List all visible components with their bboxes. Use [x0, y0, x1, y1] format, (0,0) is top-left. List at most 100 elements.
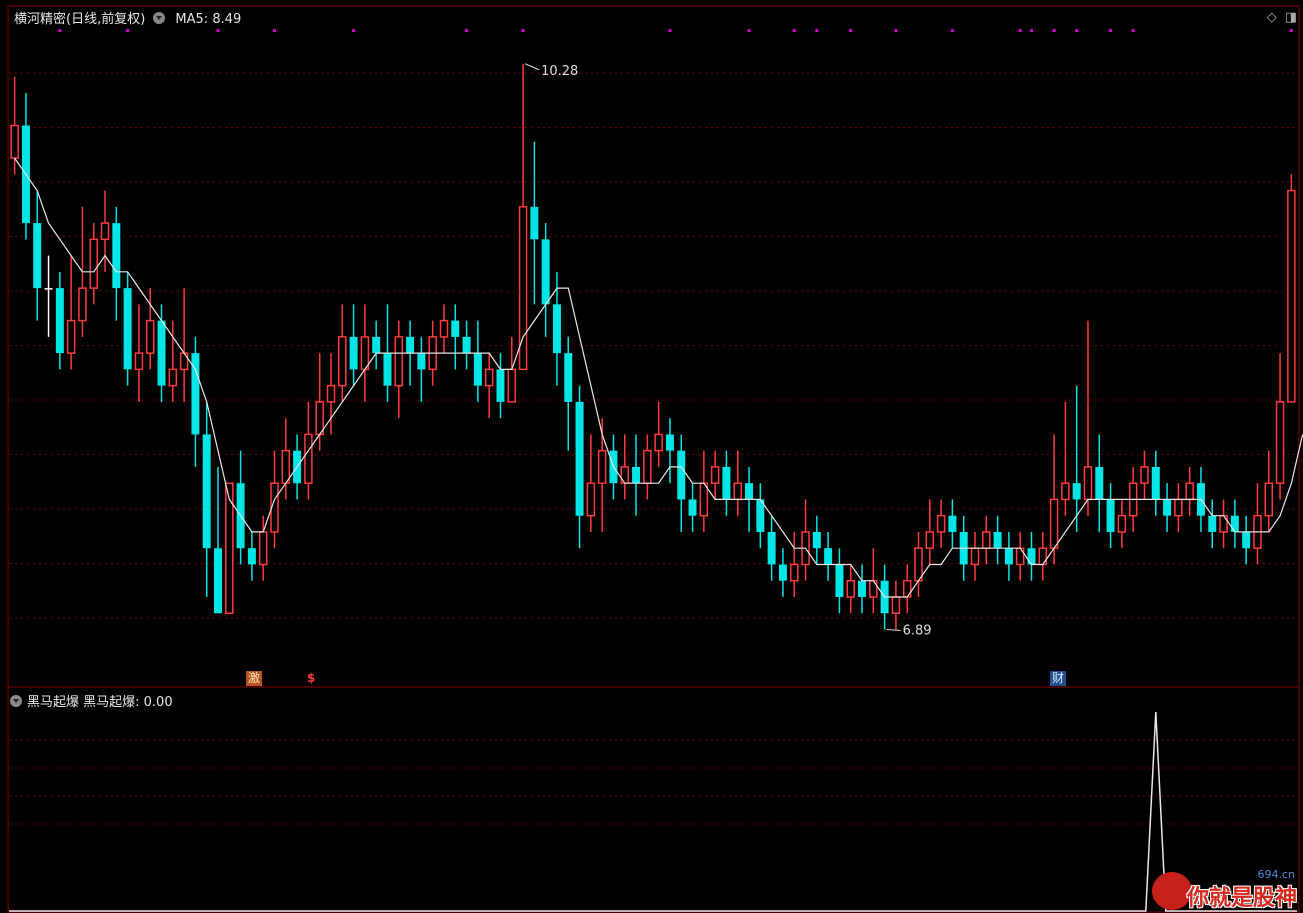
candle-body [597, 449, 607, 484]
watermark-text: 你就是股神 [1186, 886, 1297, 911]
candle [1208, 499, 1217, 549]
stock-chart[interactable]: 10.28 6.89 [0, 0, 1303, 913]
candle-body [360, 336, 370, 371]
candle [134, 304, 144, 402]
candle-body [982, 531, 991, 549]
candle [824, 531, 833, 581]
candle [157, 304, 166, 402]
candle-body [258, 531, 268, 566]
chart-frame [7, 5, 1300, 913]
signal-tag-cai[interactable]: 财 [1050, 671, 1067, 686]
candle-body [824, 548, 833, 565]
candle-body [55, 288, 64, 354]
signal-tag-ji[interactable]: 激 [246, 671, 263, 686]
signal-dot [216, 29, 220, 32]
candlestick-series [10, 63, 1296, 630]
ma5-value: MA5: 8.49 [175, 12, 242, 27]
candle-body [1083, 466, 1093, 501]
candle-body [168, 368, 178, 387]
candle-body [632, 466, 641, 484]
window-icon[interactable]: ◨ [1285, 10, 1297, 25]
high-arrow [524, 63, 540, 71]
candle [1242, 515, 1251, 565]
candle-body [214, 548, 223, 614]
candle-body [145, 319, 155, 354]
candle-body [733, 482, 742, 501]
signal-dot [1131, 29, 1135, 32]
candle-body [1242, 531, 1251, 549]
signal-dot [1289, 29, 1293, 32]
candle [722, 450, 731, 516]
candle [632, 434, 641, 516]
candle [993, 515, 1002, 565]
dropdown-circle-icon[interactable] [10, 695, 22, 707]
candle-body [473, 353, 482, 386]
candle [10, 76, 19, 175]
chart-title: 横河精密(日线,前复权) [14, 12, 146, 27]
candle [586, 434, 596, 532]
candle [801, 499, 810, 581]
candle-body [1027, 548, 1036, 565]
candle-body [643, 449, 652, 484]
signal-dot [894, 29, 898, 32]
candle [484, 353, 494, 419]
candle-body [858, 580, 867, 597]
candle-body [699, 482, 709, 517]
candle [1072, 385, 1081, 532]
candle-body [925, 531, 935, 549]
signal-tag-dollar[interactable]: $ [305, 671, 317, 686]
candle-body [541, 239, 550, 305]
candle-body [1287, 189, 1296, 403]
candle [812, 515, 821, 565]
candle-body [1163, 499, 1172, 516]
signal-dot [273, 29, 277, 32]
candle-body [552, 304, 561, 354]
candle [767, 515, 776, 581]
chart-grid [9, 72, 1297, 825]
candle-body [722, 466, 731, 500]
candle-body [530, 206, 539, 240]
signal-dot [1029, 29, 1033, 32]
candle-body [338, 336, 347, 387]
candle [462, 320, 471, 370]
indicator-polyline [9, 711, 1297, 912]
candle [846, 564, 855, 614]
candle [891, 580, 901, 630]
candle [970, 531, 980, 581]
candle [948, 499, 957, 549]
candle [1117, 499, 1127, 549]
candle-body [869, 579, 878, 598]
candle-body [778, 564, 787, 581]
indicator-label: 黑马起爆 黑马起爆: 0.00 [27, 695, 173, 710]
candle-body [123, 288, 132, 370]
diamond-icon[interactable]: ◇ [1267, 10, 1277, 25]
candle-body [1106, 499, 1115, 532]
candle [936, 499, 946, 549]
candle [1287, 174, 1296, 403]
candle-body [1117, 514, 1127, 533]
candle [1230, 499, 1239, 549]
candle-body [1061, 482, 1070, 501]
candle-body [1140, 466, 1149, 484]
candle-body [654, 433, 663, 452]
candle-body [179, 352, 189, 371]
candle [66, 255, 76, 370]
candle [778, 548, 787, 597]
candle [654, 401, 663, 467]
candle [1151, 450, 1160, 516]
candle-body [1004, 548, 1013, 565]
candle-body [417, 353, 426, 370]
candle-body [1072, 483, 1081, 500]
candle-body [439, 319, 449, 338]
candle [789, 531, 799, 597]
candle-body [134, 352, 144, 371]
candle-body [157, 320, 166, 386]
candle-body [710, 466, 720, 484]
candle [564, 336, 573, 451]
candle-body [247, 548, 256, 565]
dropdown-circle-icon[interactable] [153, 12, 166, 24]
candle-body [948, 515, 957, 532]
candle-body [202, 434, 211, 549]
candle-body [1230, 515, 1239, 532]
candle [902, 564, 912, 614]
